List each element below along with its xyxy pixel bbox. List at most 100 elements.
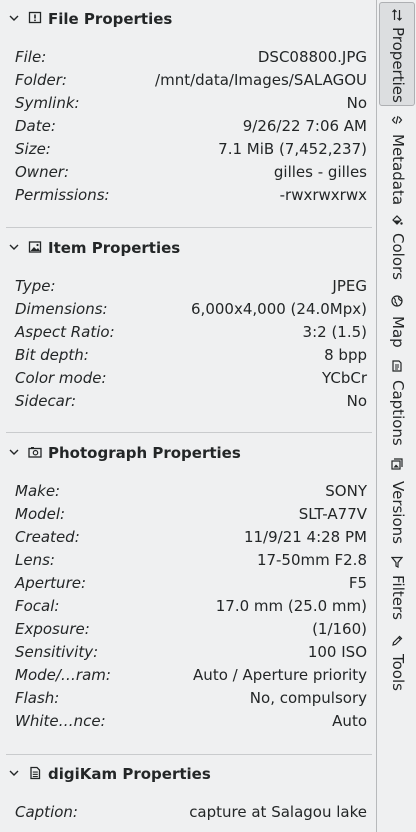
property-label: Folder:	[15, 71, 67, 89]
pencil-icon	[392, 635, 403, 646]
property-value: YCbCr	[322, 369, 367, 387]
property-label: Exposure:	[15, 620, 90, 638]
tab-captions[interactable]: Captions	[380, 357, 414, 447]
file-properties-group: File Properties File: DSC08800.JPG Folder…	[0, 1, 376, 211]
tab-label: Map	[389, 316, 407, 348]
property-value: 7.1 MiB (7,452,237)	[218, 140, 367, 158]
tab-label: Properties	[389, 27, 407, 103]
paint-bucket-icon	[392, 215, 403, 225]
property-row-symlink: Symlink: No	[0, 91, 376, 114]
property-value: JPEG	[332, 277, 367, 295]
property-row-sidecar: Sidecar: No	[0, 389, 376, 412]
item-properties-header[interactable]: Item Properties	[0, 230, 376, 266]
property-value: No, compulsory	[249, 689, 367, 707]
property-row-size: Size: 7.1 MiB (7,452,237)	[0, 137, 376, 160]
group-title: digiKam Properties	[48, 765, 211, 783]
property-row-focal: Focal: 17.0 mm (25.0 mm)	[0, 594, 376, 617]
property-row-lens: Lens: 17-50mm F2.8	[0, 548, 376, 571]
property-label: Flash:	[15, 689, 60, 707]
group-divider	[6, 432, 372, 433]
property-row-white-balance: White…nce: Auto	[0, 709, 376, 732]
tab-label: Metadata	[389, 134, 407, 206]
group-divider	[6, 227, 372, 228]
property-label: Lens:	[15, 551, 55, 569]
properties-panel: File Properties File: DSC08800.JPG Folder…	[0, 0, 377, 832]
digikam-properties-group: digiKam Properties Caption: capture at Sa…	[0, 756, 376, 832]
property-label: Caption:	[15, 803, 78, 821]
property-row-make: Make: SONY	[0, 479, 376, 502]
tab-filters[interactable]: Filters	[380, 553, 414, 627]
property-value: -rwxrwxrwx	[279, 186, 367, 204]
property-label: Dimensions:	[15, 300, 108, 318]
property-label: Focal:	[15, 597, 60, 615]
property-row-file: File: DSC08800.JPG	[0, 45, 376, 68]
globe-icon	[391, 295, 403, 307]
group-divider	[6, 754, 372, 755]
property-row-aspect-ratio: Aspect Ratio: 3:2 (1.5)	[0, 320, 376, 343]
tab-map[interactable]: Map	[380, 290, 414, 350]
tab-tools[interactable]: Tools	[380, 633, 414, 697]
tab-colors[interactable]: Colors	[380, 210, 414, 286]
property-row-date: Date: 9/26/22 7:06 AM	[0, 114, 376, 137]
property-row-bit-depth: Bit depth: 8 bpp	[0, 343, 376, 366]
property-value: No	[346, 94, 367, 112]
property-value: capture at Salagou lake	[189, 803, 367, 821]
chevron-down-icon	[9, 449, 19, 455]
property-row-sensitivity: Sensitivity: 100 ISO	[0, 640, 376, 663]
property-label: Model:	[15, 505, 66, 523]
property-label: Make:	[15, 482, 61, 500]
camera-icon	[28, 447, 42, 458]
property-label: Size:	[15, 140, 51, 158]
property-row-mode-program: Mode/…ram: Auto / Aperture priority	[0, 663, 376, 686]
property-value: (1/160)	[312, 620, 367, 638]
property-value: 3:2 (1.5)	[302, 323, 367, 341]
property-label: Created:	[15, 528, 80, 546]
property-value: 11/9/21 4:28 PM	[243, 528, 367, 546]
photograph-properties-header[interactable]: Photograph Properties	[0, 435, 376, 471]
property-value: gilles - gilles	[273, 163, 367, 181]
tab-label: Captions	[389, 380, 407, 446]
tab-label: Versions	[389, 481, 407, 544]
property-row-model: Model: SLT-A77V	[0, 502, 376, 525]
code-icon	[391, 115, 403, 125]
chevron-down-icon	[9, 15, 19, 21]
property-value: DSC08800.JPG	[257, 48, 367, 66]
property-value: F5	[348, 574, 367, 592]
property-value: 8 bpp	[324, 346, 367, 364]
property-label: Aperture:	[15, 574, 87, 592]
property-label: Bit depth:	[15, 346, 89, 364]
property-value: 6,000x4,000 (24.0Mpx)	[191, 300, 367, 318]
tab-metadata[interactable]: Metadata	[380, 112, 414, 208]
property-label: Sidecar:	[15, 392, 77, 410]
versions-icon	[391, 458, 403, 470]
info-icon	[28, 11, 42, 24]
sidebar-tab-bar: Properties Metadata Colors Map Captions …	[377, 0, 416, 832]
item-properties-group: Item Properties Type: JPEG Dimensions: 6,0…	[0, 230, 376, 420]
property-label: Permissions:	[15, 186, 110, 204]
property-label: White…nce:	[15, 712, 106, 730]
property-label: File:	[15, 48, 47, 66]
property-value: SLT-A77V	[298, 505, 367, 523]
file-properties-header[interactable]: File Properties	[0, 1, 376, 37]
property-row-exposure: Exposure: (1/160)	[0, 617, 376, 640]
property-value: 17.0 mm (25.0 mm)	[215, 597, 367, 615]
group-title: File Properties	[48, 10, 173, 28]
property-label: Mode/…ram:	[15, 666, 111, 684]
tab-label: Tools	[389, 654, 407, 691]
property-value: /mnt/data/Images/SALAGOU	[155, 71, 367, 89]
group-title: Photograph Properties	[48, 444, 241, 462]
document-icon	[30, 766, 41, 780]
property-value: 17-50mm F2.8	[256, 551, 367, 569]
property-row-caption: Caption: capture at Salagou lake	[0, 800, 376, 823]
property-label: Aspect Ratio:	[15, 323, 115, 341]
property-label: Symlink:	[15, 94, 80, 112]
tab-label: Filters	[389, 575, 407, 620]
property-label: Date:	[15, 117, 56, 135]
photograph-properties-group: Photograph Properties Make: SONY Model: SL…	[0, 435, 376, 735]
digikam-properties-header[interactable]: digiKam Properties	[0, 756, 376, 792]
tab-versions[interactable]: Versions	[380, 455, 414, 547]
property-value: Auto	[332, 712, 367, 730]
tab-properties[interactable]: Properties	[379, 2, 415, 106]
property-row-owner: Owner: gilles - gilles	[0, 160, 376, 183]
sliders-icon	[392, 9, 402, 21]
